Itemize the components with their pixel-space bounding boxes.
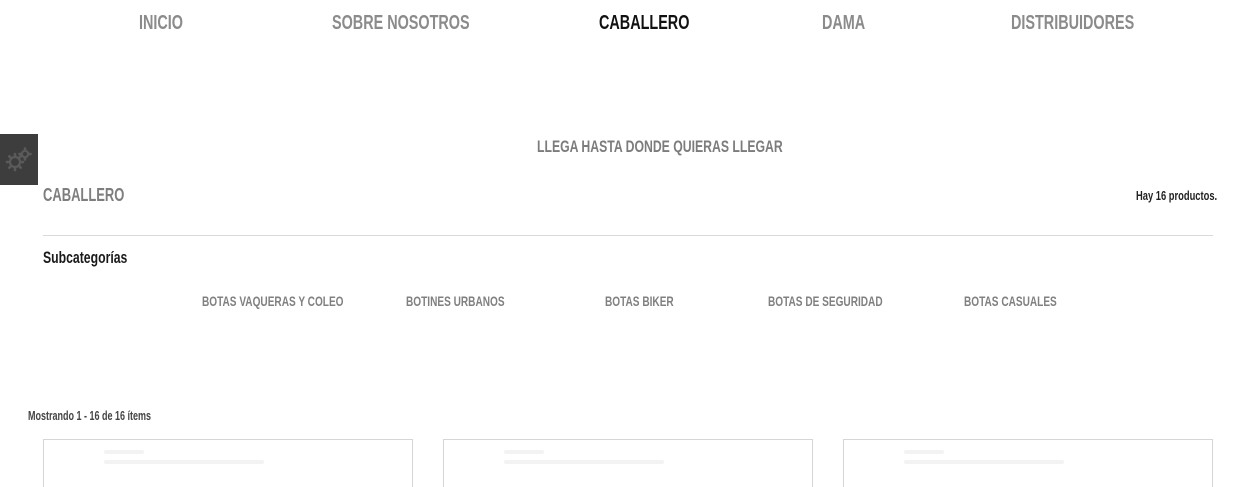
tagline-text: LLEGA HASTA DONDE QUIERAS LLEGAR <box>537 137 783 156</box>
main-nav: INICIO SOBRE NOSOTROS CABALLERO DAMA DIS… <box>0 12 1253 38</box>
subcategory-botas-vaqueras-y-coleo[interactable]: BOTAS VAQUERAS Y COLEO <box>202 293 399 309</box>
product-card[interactable] <box>843 439 1213 487</box>
settings-button[interactable] <box>0 134 38 185</box>
subcategory-label: BOTAS CASUALES <box>964 293 1057 309</box>
subcategory-botas-biker[interactable]: BOTAS BIKER <box>605 293 700 309</box>
subcategory-label: BOTAS DE SEGURIDAD <box>768 293 883 309</box>
subcategory-label: BOTINES URBANOS <box>406 293 505 309</box>
nav-item-inicio[interactable]: INICIO <box>139 12 200 35</box>
product-image-placeholder <box>904 460 1064 464</box>
product-card[interactable] <box>443 439 813 487</box>
subcategory-label: BOTAS VAQUERAS Y COLEO <box>202 293 344 309</box>
nav-item-dama[interactable]: DAMA <box>822 12 882 35</box>
product-count-text: Hay 16 productos. <box>1136 188 1218 203</box>
gears-icon <box>5 146 32 171</box>
nav-item-label: CABALLERO <box>599 12 690 34</box>
nav-item-sobre-nosotros[interactable]: SOBRE NOSOTROS <box>332 12 523 35</box>
subcategories-heading-text: Subcategorías <box>43 248 128 267</box>
nav-item-label: INICIO <box>139 12 184 34</box>
page: INICIO SOBRE NOSOTROS CABALLERO DAMA DIS… <box>0 0 1253 487</box>
product-image-placeholder <box>504 460 664 464</box>
results-count: Mostrando 1 - 16 de 16 ítems <box>28 409 199 423</box>
nav-item-label: SOBRE NOSOTROS <box>332 12 470 34</box>
nav-item-label: DAMA <box>822 12 866 34</box>
divider <box>43 235 1213 236</box>
tagline: LLEGA HASTA DONDE QUIERAS LLEGAR <box>537 137 878 157</box>
nav-item-label: DISTRIBUIDORES <box>1011 12 1135 34</box>
subcategory-botas-de-seguridad[interactable]: BOTAS DE SEGURIDAD <box>768 293 927 309</box>
product-image-placeholder <box>104 460 264 464</box>
page-title: CABALLERO <box>43 185 156 206</box>
results-count-text: Mostrando 1 - 16 de 16 ítems <box>28 409 152 423</box>
product-image-placeholder <box>504 450 544 454</box>
subcategory-botas-casuales[interactable]: BOTAS CASUALES <box>964 293 1093 309</box>
product-count: Hay 16 productos. <box>1136 188 1249 203</box>
nav-item-caballero[interactable]: CABALLERO <box>599 12 725 35</box>
subcategory-botines-urbanos[interactable]: BOTINES URBANOS <box>406 293 543 309</box>
product-image-placeholder <box>104 450 144 454</box>
product-card[interactable] <box>43 439 413 487</box>
page-title-text: CABALLERO <box>43 185 125 205</box>
subcategories-heading: Subcategorías <box>43 248 160 268</box>
product-image-placeholder <box>904 450 944 454</box>
nav-item-distribuidores[interactable]: DISTRIBUIDORES <box>1011 12 1182 35</box>
subcategory-label: BOTAS BIKER <box>605 293 674 309</box>
